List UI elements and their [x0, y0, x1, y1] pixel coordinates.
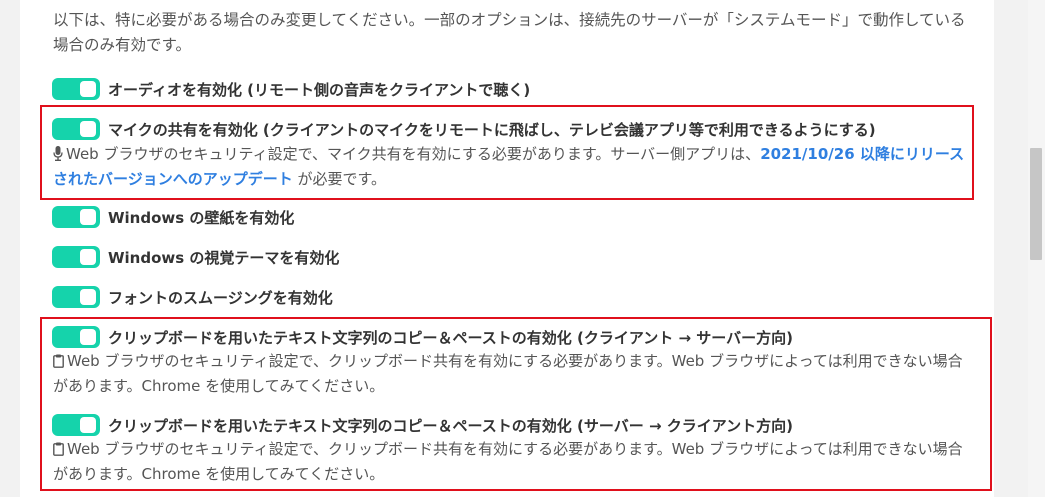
toggle-knob	[80, 329, 96, 345]
option-audio: オーディオを有効化 (リモート側の音声をクライアントで聴く)	[52, 77, 530, 101]
option-font-smoothing: フォントのスムージングを有効化	[52, 285, 333, 309]
font-smoothing-label: フォントのスムージングを有効化	[108, 288, 333, 307]
mic-note-suffix: が必要です。	[292, 170, 386, 188]
toggle-knob	[80, 209, 96, 225]
clipboard-icon	[53, 354, 64, 368]
mic-note-prefix: Web ブラウザのセキュリティ設定で、マイク共有を有効にする必要があります。サー…	[66, 145, 761, 163]
mic-label: マイクの共有を有効化 (クライアントのマイクをリモートに飛ばし、テレビ会議アプリ…	[108, 120, 876, 139]
theme-label: Windows の視覚テーマを有効化	[108, 248, 340, 267]
microphone-icon	[53, 146, 63, 161]
toggle-knob	[80, 121, 96, 137]
mic-toggle[interactable]	[52, 118, 100, 140]
clipboard-s2c-note-text: Web ブラウザのセキュリティ設定で、クリップボード共有を有効にする必要がありま…	[53, 440, 963, 483]
clipboard-c2s-note: Web ブラウザのセキュリティ設定で、クリップボード共有を有効にする必要がありま…	[53, 349, 968, 399]
font-smoothing-toggle[interactable]	[52, 286, 100, 308]
clipboard-s2c-note: Web ブラウザのセキュリティ設定で、クリップボード共有を有効にする必要がありま…	[53, 437, 968, 487]
clipboard-s2c-label: クリップボードを用いたテキスト文字列のコピー＆ペーストの有効化 (サーバー → …	[108, 416, 794, 435]
clipboard-icon	[53, 442, 64, 456]
audio-toggle[interactable]	[52, 78, 100, 100]
toggle-knob	[80, 289, 96, 305]
option-clipboard-s2c: クリップボードを用いたテキスト文字列のコピー＆ペーストの有効化 (サーバー → …	[52, 413, 793, 437]
clipboard-c2s-toggle[interactable]	[52, 326, 100, 348]
toggle-knob	[80, 249, 96, 265]
clipboard-s2c-toggle[interactable]	[52, 414, 100, 436]
clipboard-c2s-label: クリップボードを用いたテキスト文字列のコピー＆ペーストの有効化 (クライアント …	[108, 328, 794, 347]
wallpaper-label: Windows の壁紙を有効化	[108, 208, 295, 227]
toggle-knob	[80, 81, 96, 97]
wallpaper-toggle[interactable]	[52, 206, 100, 228]
audio-label: オーディオを有効化 (リモート側の音声をクライアントで聴く)	[108, 80, 531, 99]
option-mic: マイクの共有を有効化 (クライアントのマイクをリモートに飛ばし、テレビ会議アプリ…	[52, 117, 876, 141]
option-theme: Windows の視覚テーマを有効化	[52, 245, 339, 269]
option-wallpaper: Windows の壁紙を有効化	[52, 205, 294, 229]
intro-text: 以下は、特に必要がある場合のみ変更してください。一部のオプションは、接続先のサー…	[53, 11, 966, 54]
mic-note: Web ブラウザのセキュリティ設定で、マイク共有を有効にする必要があります。サー…	[53, 142, 968, 192]
theme-toggle[interactable]	[52, 246, 100, 268]
clipboard-c2s-note-text: Web ブラウザのセキュリティ設定で、クリップボード共有を有効にする必要がありま…	[53, 352, 963, 395]
settings-page: 以下は、特に必要がある場合のみ変更してください。一部のオプションは、接続先のサー…	[0, 0, 1045, 497]
toggle-knob	[80, 417, 96, 433]
scrollbar-thumb[interactable]	[1030, 148, 1042, 260]
option-clipboard-c2s: クリップボードを用いたテキスト文字列のコピー＆ペーストの有効化 (クライアント …	[52, 325, 793, 349]
